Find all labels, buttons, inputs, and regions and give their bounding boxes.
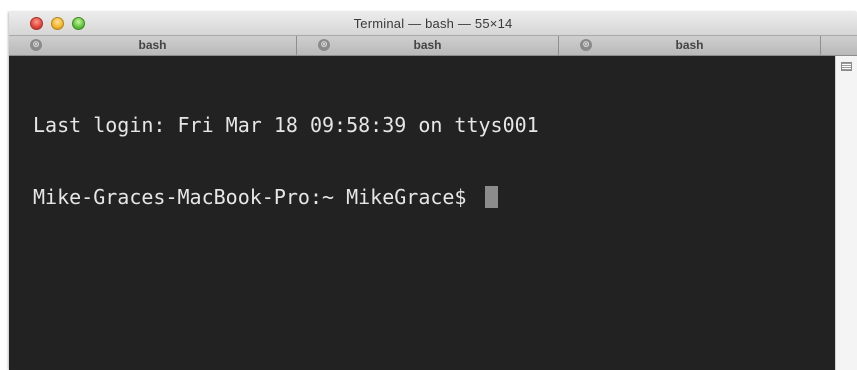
text-cursor — [484, 186, 498, 208]
tab-bash-2[interactable]: ⊗ bash — [297, 36, 559, 55]
terminal-line-prompt: Mike-Graces-MacBook-Pro:~ MikeGrace$ — [33, 185, 835, 209]
terminal-line-last-login: Last login: Fri Mar 18 09:58:39 on ttys0… — [33, 113, 539, 137]
window-title: Terminal — bash — 55×14 — [353, 16, 513, 31]
terminal-output[interactable]: Last login: Fri Mar 18 09:58:39 on ttys0… — [9, 56, 835, 370]
tab-label: bash — [413, 38, 442, 52]
title-bar[interactable]: Terminal — bash — 55×14 — [9, 12, 857, 36]
split-pane-icon[interactable] — [841, 62, 852, 71]
tab-bash-3[interactable]: ⊗ bash — [559, 36, 821, 55]
tab-label: bash — [675, 38, 704, 52]
shell-prompt: Mike-Graces-MacBook-Pro:~ MikeGrace$ — [33, 185, 479, 209]
vertical-scrollbar[interactable] — [835, 56, 857, 370]
tab-bash-1[interactable]: ⊗ bash — [9, 36, 297, 55]
tab-label: bash — [138, 38, 167, 52]
terminal-window: Terminal — bash — 55×14 ⊗ bash ⊗ bash ⊗ … — [9, 12, 857, 370]
tab-bar: ⊗ bash ⊗ bash ⊗ bash — [9, 36, 857, 56]
